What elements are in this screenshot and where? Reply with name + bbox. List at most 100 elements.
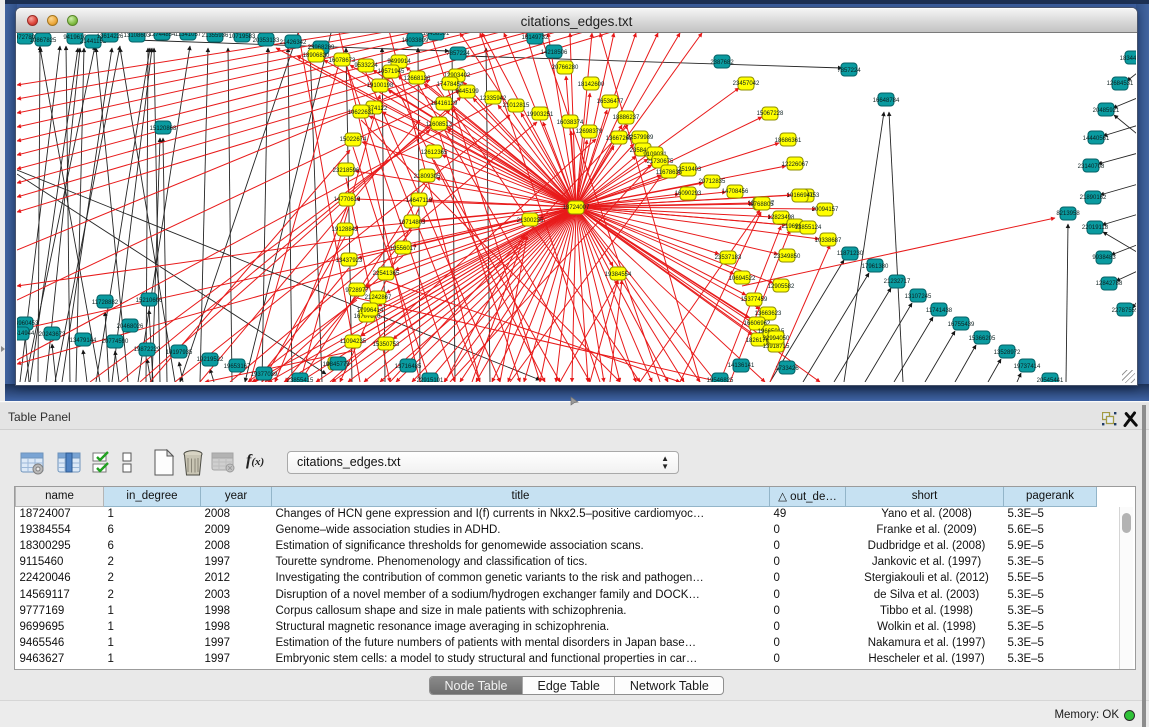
svg-text:8213958: 8213958: [1056, 211, 1080, 217]
svg-text:21300235: 21300235: [517, 218, 544, 224]
svg-text:18416129: 18416129: [431, 101, 458, 107]
svg-text:23140708: 23140708: [1078, 164, 1105, 170]
svg-text:13528972: 13528972: [994, 350, 1021, 356]
svg-text:10694522: 10694522: [729, 276, 756, 282]
svg-text:23537183: 23537183: [715, 255, 742, 261]
svg-text:20774590: 20774590: [102, 339, 129, 345]
svg-text:16648784: 16648784: [873, 98, 900, 104]
svg-text:14136141: 14136141: [728, 363, 755, 369]
svg-text:14770619: 14770619: [334, 197, 361, 203]
svg-text:16090293: 16090293: [675, 191, 702, 197]
svg-text:18886237: 18886237: [613, 115, 640, 121]
svg-text:18142600: 18142600: [578, 82, 605, 88]
svg-text:19872229: 19872229: [134, 347, 161, 353]
svg-text:9768805: 9768805: [750, 202, 774, 208]
svg-text:15366205: 15366205: [969, 336, 996, 342]
svg-text:17961380: 17961380: [862, 264, 889, 270]
svg-text:19384554: 19384554: [605, 272, 632, 278]
svg-text:13918715: 13918715: [763, 344, 790, 350]
svg-text:22541365: 22541365: [373, 271, 400, 277]
svg-text:9728977: 9728977: [345, 288, 369, 294]
svg-text:13614226: 13614226: [97, 34, 124, 40]
svg-text:23349850: 23349850: [774, 254, 801, 260]
svg-text:21730675: 21730675: [647, 159, 674, 165]
svg-text:20094157: 20094157: [812, 207, 839, 213]
svg-text:19737414: 19737414: [1014, 364, 1041, 370]
svg-text:21242867: 21242867: [365, 295, 392, 301]
svg-text:10867825: 10867825: [30, 38, 57, 44]
svg-text:20468026: 20468026: [117, 324, 144, 330]
svg-text:18686361: 18686361: [775, 138, 802, 144]
svg-text:11341057: 11341057: [175, 33, 202, 38]
svg-text:7857224: 7857224: [837, 68, 861, 74]
svg-text:18724007: 18724007: [563, 205, 590, 211]
svg-text:16078673: 16078673: [329, 58, 356, 64]
svg-text:16536477: 16536477: [597, 99, 624, 105]
svg-text:12514944: 12514944: [17, 331, 35, 337]
svg-text:22787559: 22787559: [1112, 308, 1136, 314]
svg-text:21426342: 21426342: [280, 40, 307, 46]
svg-text:13107245: 13107245: [905, 294, 932, 300]
svg-text:10338687: 10338687: [815, 238, 842, 244]
svg-text:12905582: 12905582: [768, 284, 795, 290]
svg-text:9845779: 9845779: [326, 362, 350, 368]
svg-text:19903251: 19903251: [527, 112, 554, 118]
svg-text:15120868: 15120868: [150, 126, 177, 132]
svg-text:12668136: 12668136: [404, 76, 431, 82]
svg-text:20766280: 20766280: [552, 65, 579, 71]
svg-text:9938483: 9938483: [1092, 255, 1116, 261]
svg-text:2387682: 2387682: [710, 60, 734, 66]
svg-text:1733426: 1733426: [775, 366, 799, 372]
svg-text:15210606: 15210606: [136, 298, 163, 304]
svg-text:22579989: 22579989: [627, 135, 654, 141]
svg-text:19100198: 19100198: [367, 83, 394, 89]
svg-text:20545441: 20545441: [1037, 378, 1064, 382]
svg-text:12698379: 12698379: [576, 129, 603, 135]
svg-text:12226067: 12226067: [782, 162, 809, 168]
svg-text:13855124: 13855124: [795, 225, 822, 231]
svg-text:10556017: 10556017: [390, 246, 417, 252]
svg-text:22019118: 22019118: [1082, 225, 1109, 231]
svg-text:14647119: 14647119: [406, 198, 433, 204]
svg-text:20485921: 20485921: [1093, 108, 1120, 114]
svg-text:9445199: 9445199: [455, 89, 479, 95]
svg-text:10622631: 10622631: [348, 110, 375, 116]
svg-text:21012815: 21012815: [503, 103, 530, 109]
svg-text:21355936: 21355936: [202, 33, 229, 39]
svg-text:10197935: 10197935: [166, 350, 193, 356]
svg-text:13437923: 13437923: [336, 258, 363, 264]
svg-text:16033809: 16033809: [402, 38, 429, 44]
svg-text:10714803: 10714803: [399, 220, 426, 226]
svg-text:23218596: 23218596: [333, 168, 360, 174]
svg-text:21809305: 21809305: [414, 174, 441, 180]
svg-text:21890162: 21890162: [1080, 195, 1107, 201]
svg-text:13108603: 13108603: [124, 33, 151, 39]
svg-text:12744854: 12744854: [149, 33, 176, 38]
svg-text:11094235: 11094235: [340, 339, 367, 345]
svg-text:9499914: 9499914: [387, 59, 411, 65]
svg-text:10166941: 10166941: [787, 193, 814, 199]
svg-text:11728882: 11728882: [92, 300, 119, 306]
svg-text:23457042: 23457042: [733, 81, 760, 87]
svg-text:10571945: 10571945: [378, 69, 405, 75]
svg-text:11608513: 11608513: [426, 122, 453, 128]
svg-text:16755439: 16755439: [948, 322, 975, 328]
svg-text:18344066: 18344066: [1120, 56, 1136, 62]
svg-text:14960453: 14960453: [17, 321, 39, 327]
svg-text:15377459: 15377459: [741, 297, 768, 303]
svg-text:14440561: 14440561: [1083, 136, 1110, 142]
svg-text:18906820: 18906820: [303, 53, 330, 59]
svg-text:17996414: 17996414: [357, 308, 384, 314]
svg-text:11871230: 11871230: [837, 251, 864, 257]
svg-text:22994050: 22994050: [763, 336, 790, 342]
svg-text:11678638: 11678638: [656, 170, 683, 176]
svg-text:11741438: 11741438: [926, 308, 953, 314]
svg-text:19377039: 19377039: [251, 372, 278, 378]
svg-text:19128842: 19128842: [332, 227, 359, 233]
svg-text:19546825: 19546825: [707, 378, 734, 382]
svg-text:13479144: 13479144: [70, 338, 97, 344]
svg-text:15022674: 15022674: [340, 137, 367, 143]
svg-text:15067228: 15067228: [757, 111, 784, 117]
svg-text:22915101: 22915101: [417, 378, 444, 382]
svg-text:13663623: 13663623: [755, 311, 782, 317]
